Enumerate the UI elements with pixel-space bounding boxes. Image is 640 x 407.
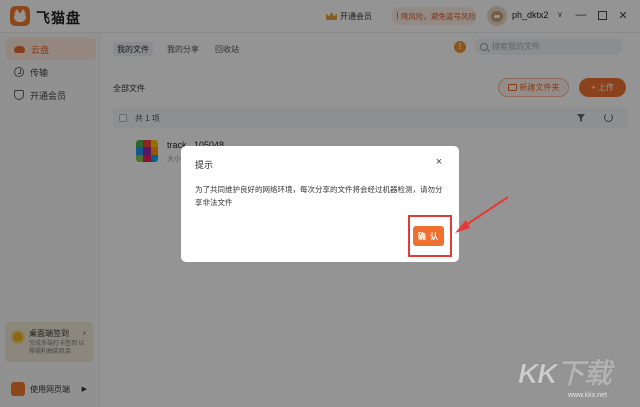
dialog-message: 为了共同维护良好的网络环境，每次分享的文件将会经过机器检测，请勿分享非法文件 [195,185,443,207]
watermark-url: www.kkx.net [568,392,607,399]
close-icon[interactable]: × [433,156,445,168]
watermark-logo: KK下载 [517,358,611,390]
dialog-title: 提示 [195,160,214,170]
watermark: KK下载 www.kkx.net [517,352,636,404]
highlight-box [408,215,452,257]
